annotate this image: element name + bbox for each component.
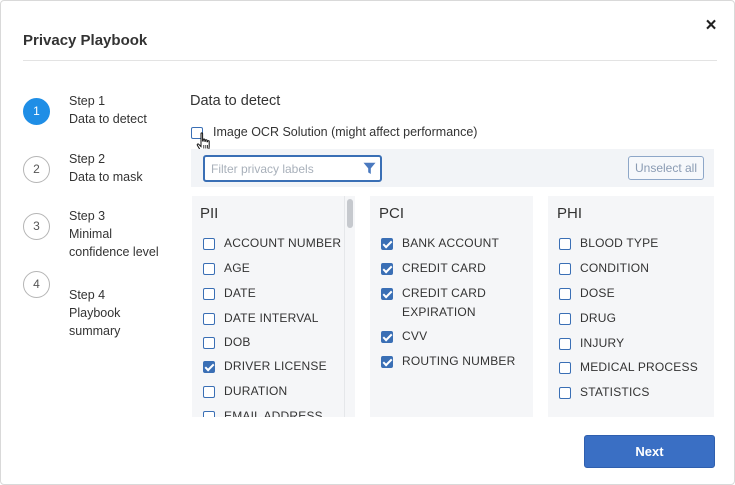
- item-label: EMAIL ADDRESS: [224, 409, 323, 417]
- checkbox[interactable]: [559, 288, 571, 300]
- step-1-label: Step 1: [69, 94, 106, 108]
- checkbox-checked[interactable]: [381, 356, 393, 368]
- item-label: CONDITION: [580, 261, 650, 275]
- item-label: DOB: [224, 335, 251, 349]
- item-label: CVV: [402, 329, 428, 343]
- item-label: STATISTICS: [580, 385, 650, 399]
- checkbox[interactable]: [559, 263, 571, 275]
- phi-column: PHI BLOOD TYPE CONDITION DOSE DRUG INJUR…: [548, 196, 714, 417]
- filter-icon[interactable]: [363, 162, 376, 175]
- item-label: DURATION: [224, 384, 288, 398]
- phi-column-title: PHI: [557, 205, 583, 222]
- item-label: DRUG: [580, 311, 617, 325]
- next-button[interactable]: Next: [584, 435, 715, 468]
- pii-scroll-track[interactable]: [344, 196, 345, 417]
- checkbox[interactable]: [559, 362, 571, 374]
- step-2-circle: 2: [23, 156, 50, 183]
- step-2-description: Data to mask: [69, 170, 143, 184]
- step-4-text: Step 4 Playbook summary: [69, 286, 169, 340]
- pii-scrollbar[interactable]: [347, 199, 353, 228]
- step-3-circle: 3: [23, 213, 50, 240]
- item-label: DOSE: [580, 286, 615, 300]
- close-icon[interactable]: ×: [701, 15, 721, 37]
- pii-column-title: PII: [200, 205, 219, 222]
- item-label: DATE INTERVAL: [224, 311, 319, 325]
- step-1-text: Step 1 Data to detect: [69, 92, 169, 128]
- item-label: BLOOD TYPE: [580, 236, 659, 250]
- dialog-title: Privacy Playbook: [23, 32, 148, 49]
- checkbox-checked[interactable]: [381, 238, 393, 250]
- item-label: MEDICAL PROCESS: [580, 360, 698, 374]
- checkbox-checked[interactable]: [381, 331, 393, 343]
- item-label: ACCOUNT NUMBER: [224, 236, 342, 250]
- checkbox-checked[interactable]: [381, 263, 393, 275]
- checkbox[interactable]: [203, 411, 215, 417]
- section-title: Data to detect: [190, 93, 281, 109]
- checkbox[interactable]: [203, 386, 215, 398]
- checkbox[interactable]: [203, 288, 215, 300]
- item-label: CREDIT CARD: [402, 261, 486, 275]
- step-3-text: Step 3 Minimal confidence level: [69, 207, 169, 261]
- checkbox[interactable]: [203, 238, 215, 250]
- step-1-circle: 1: [23, 98, 50, 125]
- checkbox[interactable]: [559, 313, 571, 325]
- checkbox-checked[interactable]: [203, 361, 215, 373]
- step-4-circle: 4: [23, 271, 50, 298]
- item-label: CREDIT CARD EXPIRATION: [402, 286, 486, 319]
- checkbox[interactable]: [559, 338, 571, 350]
- step-1-description: Data to detect: [69, 112, 147, 126]
- pci-column-title: PCI: [379, 205, 405, 222]
- step-2-label: Step 2: [69, 152, 106, 166]
- item-label: DRIVER LICENSE: [224, 359, 327, 373]
- checkbox[interactable]: [203, 313, 215, 325]
- privacy-playbook-dialog: Privacy Playbook × 1 Step 1 Data to dete…: [0, 0, 735, 485]
- item-label: INJURY: [580, 336, 625, 350]
- step-3-label: Step 3: [69, 209, 106, 223]
- step-3-description: Minimal confidence level: [69, 227, 159, 259]
- item-label: AGE: [224, 261, 250, 275]
- checkbox[interactable]: [203, 337, 215, 349]
- ocr-label: Image OCR Solution (might affect perform…: [213, 125, 478, 139]
- checkbox[interactable]: [559, 238, 571, 250]
- filter-input[interactable]: [211, 159, 356, 178]
- unselect-all-button[interactable]: Unselect all: [628, 156, 704, 180]
- pii-column: PII ACCOUNT NUMBER AGE DATE DATE INTERVA…: [192, 196, 355, 417]
- item-label: DATE: [224, 286, 256, 300]
- filter-toolbar: Unselect all: [191, 149, 714, 187]
- pci-column: PCI BANK ACCOUNT CREDIT CARD CREDIT CARD…: [370, 196, 533, 417]
- checkbox[interactable]: [559, 387, 571, 399]
- step-4-description: Playbook summary: [69, 306, 121, 338]
- checkbox[interactable]: [203, 263, 215, 275]
- checkbox-checked[interactable]: [381, 288, 393, 300]
- step-4-label: Step 4: [69, 288, 106, 302]
- item-label: BANK ACCOUNT: [402, 236, 500, 250]
- header-divider: [23, 60, 717, 61]
- item-label: ROUTING NUMBER: [402, 354, 516, 368]
- filter-box[interactable]: [203, 155, 382, 182]
- step-2-text: Step 2 Data to mask: [69, 150, 169, 186]
